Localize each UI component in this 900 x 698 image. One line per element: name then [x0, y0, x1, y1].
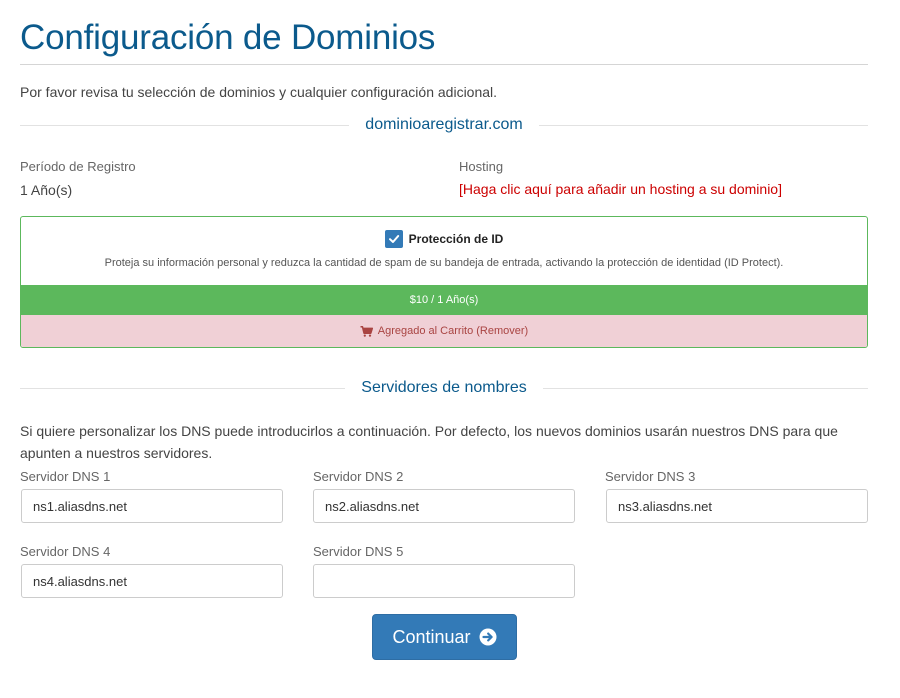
- registration-period-label: Período de Registro: [20, 159, 136, 174]
- add-hosting-link[interactable]: [Haga clic aquí para añadir un hosting a…: [459, 181, 782, 197]
- nameservers-heading: Servidores de nombres: [361, 379, 527, 396]
- dns-1-label: Servidor DNS 1: [20, 469, 111, 484]
- dns-3-label: Servidor DNS 3: [605, 469, 696, 484]
- addon-description: Proteja su información personal y reduzc…: [104, 257, 784, 269]
- dns-5-label: Servidor DNS 5: [313, 544, 404, 559]
- dns-4-input[interactable]: [21, 564, 283, 598]
- continue-button[interactable]: Continuar: [372, 614, 517, 660]
- dns-2-label: Servidor DNS 2: [313, 469, 404, 484]
- cart-status-text: Agregado al Carrito (Remover): [377, 325, 529, 337]
- page-title: Configuración de Dominios: [20, 18, 436, 57]
- page-intro: Por favor revisa tu selección de dominio…: [20, 84, 498, 100]
- domain-name: dominioaregistrar.com: [365, 116, 523, 133]
- shopping-cart-icon: [360, 325, 373, 337]
- remove-from-cart-button[interactable]: Agregado al Carrito (Remover): [21, 315, 867, 347]
- nameservers-section-header: Servidores de nombres: [20, 378, 869, 398]
- continue-label: Continuar: [392, 626, 471, 647]
- section-divider-right: [542, 387, 869, 389]
- arrow-circle-right-icon: [479, 628, 497, 646]
- dns-5-input[interactable]: [313, 564, 575, 598]
- section-divider-left: [20, 387, 346, 389]
- registration-period-value: 1 Año(s): [20, 182, 73, 198]
- title-divider: [20, 64, 868, 65]
- hosting-label: Hosting: [459, 159, 504, 174]
- dns-3-input[interactable]: [606, 489, 868, 523]
- dns-1-input[interactable]: [21, 489, 283, 523]
- id-protection-checkbox[interactable]: [384, 230, 403, 248]
- dns-4-label: Servidor DNS 4: [20, 544, 111, 559]
- addon-title: Protección de ID: [408, 232, 504, 246]
- addon-price: $10 / 1 Año(s): [409, 294, 479, 306]
- addon-price-bar: $10 / 1 Año(s): [21, 285, 867, 315]
- section-divider-right: [538, 124, 868, 126]
- domain-section-header: dominioaregistrar.com: [20, 115, 868, 135]
- addon-header: Protección de ID: [21, 230, 867, 248]
- dns-2-input[interactable]: [313, 489, 575, 523]
- id-protection-addon: Protección de ID Proteja su información …: [20, 216, 868, 348]
- check-icon: [388, 235, 399, 243]
- nameservers-intro: Si quiere personalizar los DNS puede int…: [20, 423, 838, 461]
- section-divider-left: [20, 124, 350, 126]
